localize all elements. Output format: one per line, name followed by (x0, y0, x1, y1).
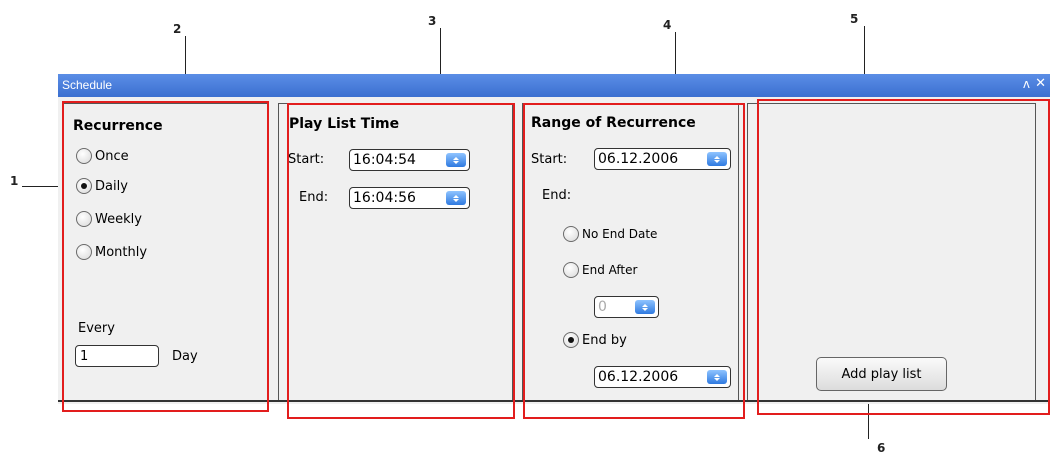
radio-end-after-label: End After (582, 263, 638, 277)
radio-end-by-label: End by (582, 332, 627, 348)
window-bottom-border (58, 400, 1050, 402)
updown-spinner-icon[interactable] (707, 152, 727, 166)
playlist-time-panel (278, 103, 513, 401)
every-input[interactable]: 1 (75, 345, 159, 367)
range-start-date[interactable]: 06.12.2006 (594, 148, 731, 170)
playlist-end-label: End: (299, 190, 329, 205)
end-by-value: 06.12.2006 (598, 369, 679, 385)
radio-weekly-circle[interactable] (76, 211, 92, 227)
updown-spinner-icon[interactable] (707, 370, 727, 384)
playlist-start-value: 16:04:54 (353, 152, 416, 168)
playlist-time-heading: Play List Time (289, 116, 400, 132)
radio-no-end-date-circle[interactable] (563, 226, 579, 242)
updown-spinner-icon[interactable] (446, 191, 466, 205)
radio-daily-label: Daily (95, 178, 128, 194)
radio-no-end-date[interactable]: No End Date (563, 226, 657, 242)
radio-daily-circle[interactable] (76, 178, 92, 194)
range-start-label: Start: (531, 152, 568, 167)
updown-spinner-icon[interactable] (635, 300, 655, 314)
callout-2: 2 (173, 22, 182, 36)
radio-once[interactable]: Once (76, 148, 129, 164)
radio-end-after-circle[interactable] (563, 262, 579, 278)
radio-monthly-circle[interactable] (76, 244, 92, 260)
range-end-label: End: (542, 188, 572, 203)
day-unit-label: Day (172, 349, 198, 364)
range-heading: Range of Recurrence (531, 115, 696, 131)
radio-end-by-circle[interactable] (563, 332, 579, 348)
callout-1: 1 (10, 174, 19, 188)
radio-no-end-date-label: No End Date (582, 227, 658, 241)
callout-5: 5 (850, 12, 859, 26)
end-after-value: 0 (598, 299, 607, 315)
radio-end-after[interactable]: End After (563, 262, 637, 278)
close-icon[interactable]: ✕ (1035, 76, 1046, 91)
radio-once-label: Once (95, 148, 129, 164)
playlist-end-time[interactable]: 16:04:56 (349, 187, 470, 209)
window-title: Schedule (62, 78, 113, 92)
radio-weekly-label: Weekly (95, 211, 142, 227)
radio-monthly-label: Monthly (95, 244, 148, 260)
playlist-end-value: 16:04:56 (353, 190, 416, 206)
updown-spinner-icon[interactable] (446, 153, 466, 167)
callout-3: 3 (428, 14, 437, 28)
recurrence-heading: Recurrence (73, 118, 163, 134)
end-after-count[interactable]: 0 (594, 296, 659, 318)
callout-6: 6 (877, 441, 886, 454)
radio-end-by[interactable]: End by (563, 332, 627, 348)
radio-once-circle[interactable] (76, 148, 92, 164)
window-titlebar: Schedule ᴧ ✕ (58, 74, 1050, 97)
every-label: Every (78, 321, 115, 336)
radio-daily[interactable]: Daily (76, 178, 128, 194)
playlist-start-label: Start: (288, 152, 325, 167)
callout-4: 4 (663, 18, 672, 32)
end-by-date[interactable]: 06.12.2006 (594, 366, 731, 388)
radio-weekly[interactable]: Weekly (76, 211, 142, 227)
add-play-list-button[interactable]: Add play list (816, 357, 947, 391)
pin-icon[interactable]: ᴧ (1023, 77, 1030, 91)
radio-monthly[interactable]: Monthly (76, 244, 147, 260)
playlist-start-time[interactable]: 16:04:54 (349, 149, 470, 171)
range-start-value: 06.12.2006 (598, 151, 679, 167)
